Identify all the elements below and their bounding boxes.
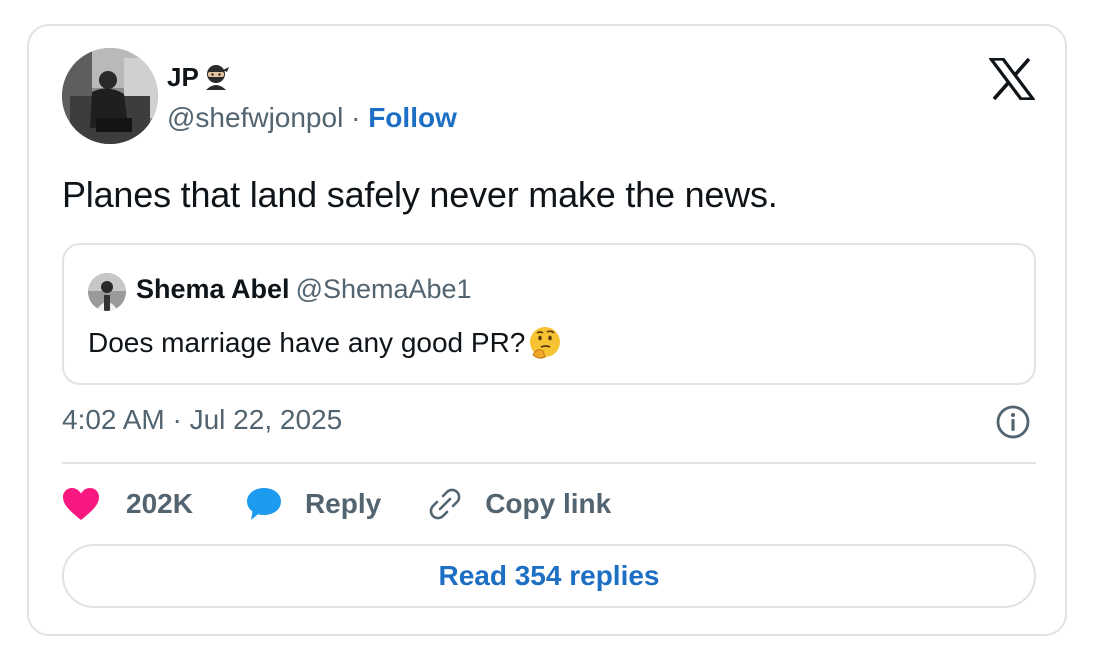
quoted-author-row: Shema Abel @ShemaAbe1: [136, 274, 472, 305]
quoted-author-handle: @ShemaAbe1: [295, 274, 472, 304]
profile-photo-icon: [62, 48, 158, 144]
tweet-timestamp[interactable]: 4:02 AM · Jul 22, 2025: [62, 404, 342, 436]
author-name[interactable]: JP: [167, 62, 199, 93]
copy-link-label: Copy link: [485, 488, 612, 519]
quoted-author-avatar: [88, 273, 126, 311]
quoted-author-name: Shema Abel: [136, 274, 290, 304]
like-button[interactable]: 202K: [62, 487, 193, 521]
copy-link-button[interactable]: Copy link: [427, 486, 611, 522]
x-logo-icon[interactable]: [987, 57, 1037, 101]
tweet-embed-card: JP @shefwjonpol · Follow Planes that lan…: [27, 24, 1067, 636]
quoted-tweet-text-row: Does marriage have any good PR?: [88, 325, 563, 361]
quoted-tweet-text: Does marriage have any good PR?: [88, 327, 526, 358]
author-name-row: JP: [167, 62, 231, 92]
handle-separator: ·: [343, 102, 369, 133]
quoted-tweet[interactable]: Shema Abel @ShemaAbe1 Does marriage have …: [62, 243, 1036, 385]
author-handle-row: @shefwjonpol · Follow: [167, 102, 457, 134]
info-icon[interactable]: [995, 404, 1031, 440]
reply-bubble-icon: [246, 488, 281, 520]
heart-icon: [63, 488, 99, 520]
reply-button[interactable]: Reply: [245, 486, 381, 522]
thinking-face-icon: [527, 325, 563, 361]
action-bar: 202K Reply Copy link: [62, 484, 611, 524]
like-count: 202K: [126, 488, 193, 519]
link-icon: [429, 488, 461, 520]
quoted-profile-photo-icon: [88, 273, 126, 311]
read-replies-button[interactable]: Read 354 replies: [62, 544, 1036, 608]
divider: [62, 462, 1036, 464]
ninja-icon: [201, 62, 231, 92]
follow-link[interactable]: Follow: [368, 102, 457, 133]
author-avatar[interactable]: [62, 48, 158, 144]
reply-label: Reply: [304, 488, 382, 519]
author-handle[interactable]: @shefwjonpol: [167, 102, 343, 133]
tweet-text: Planes that land safely never make the n…: [62, 174, 778, 215]
